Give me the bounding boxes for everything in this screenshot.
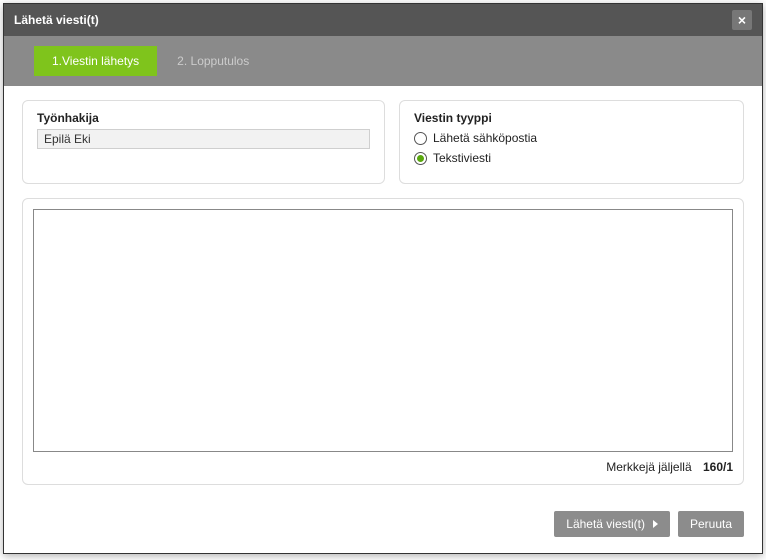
message-type-panel: Viestin tyyppi Lähetä sähköpostia Teksti… (399, 100, 744, 184)
radio-icon (414, 152, 427, 165)
dialog-content: Työnhakija Epilä Eki Viestin tyyppi Lähe… (4, 86, 762, 499)
send-button[interactable]: Lähetä viesti(t) (554, 511, 670, 537)
radio-label: Tekstiviesti (433, 151, 491, 165)
char-counter-row: Merkkejä jäljellä 160/1 (33, 452, 733, 474)
radio-sms[interactable]: Tekstiviesti (414, 151, 729, 165)
tab-result[interactable]: 2. Lopputulos (159, 46, 267, 76)
dialog-title: Lähetä viesti(t) (14, 13, 732, 27)
message-textarea[interactable] (33, 209, 733, 452)
radio-email[interactable]: Lähetä sähköpostia (414, 131, 729, 145)
applicant-panel: Työnhakija Epilä Eki (22, 100, 385, 184)
dialog-titlebar: Lähetä viesti(t) × (4, 4, 762, 36)
tab-send-message[interactable]: 1.Viestin lähetys (34, 46, 157, 76)
cancel-button[interactable]: Peruuta (678, 511, 744, 537)
wizard-steps: 1.Viestin lähetys 2. Lopputulos (4, 36, 762, 86)
button-label: Lähetä viesti(t) (566, 517, 645, 531)
char-counter-value: 160/1 (703, 460, 733, 474)
send-message-dialog: Lähetä viesti(t) × 1.Viestin lähetys 2. … (3, 3, 763, 554)
close-icon: × (738, 12, 746, 28)
tab-label: 1.Viestin lähetys (52, 54, 139, 68)
applicant-label: Työnhakija (37, 111, 370, 125)
close-button[interactable]: × (732, 10, 752, 30)
message-type-label: Viestin tyyppi (414, 111, 729, 125)
message-panel: Merkkejä jäljellä 160/1 (22, 198, 744, 485)
top-row: Työnhakija Epilä Eki Viestin tyyppi Lähe… (22, 100, 744, 184)
char-counter-label: Merkkejä jäljellä (606, 460, 691, 474)
button-label: Peruuta (690, 517, 732, 531)
arrow-right-icon (653, 520, 658, 528)
radio-label: Lähetä sähköpostia (433, 131, 537, 145)
tab-label: 2. Lopputulos (177, 54, 249, 68)
radio-icon (414, 132, 427, 145)
applicant-name-field: Epilä Eki (37, 129, 370, 149)
dialog-footer: Lähetä viesti(t) Peruuta (4, 499, 762, 553)
